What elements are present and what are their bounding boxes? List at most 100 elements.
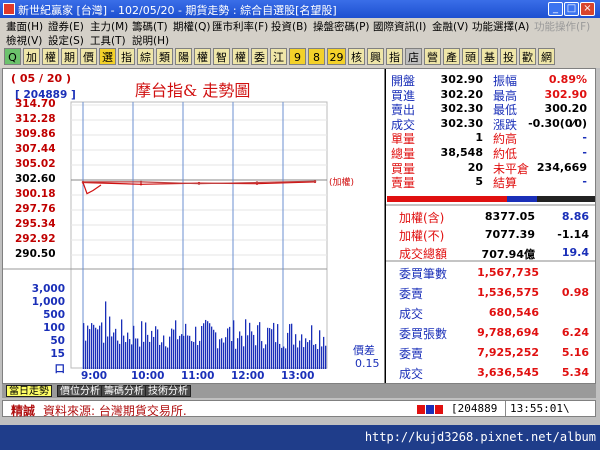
quote-value2-0: 0.89% — [548, 73, 587, 86]
toolbar-btn-10[interactable]: 權 — [194, 48, 211, 65]
volume-bar — [271, 329, 273, 369]
toolbar-btn-7[interactable]: 綜 — [137, 48, 154, 65]
toolbar-btn-12[interactable]: 權 — [232, 48, 249, 65]
volume-tick-label: 3,000 — [31, 283, 65, 295]
volume-bar — [155, 326, 157, 369]
toolbar-btn-17[interactable]: 29 — [327, 48, 346, 65]
volume-bar — [195, 326, 197, 369]
volume-bar — [313, 344, 315, 369]
price-tick-label: 297.76 — [15, 203, 56, 215]
volume-bar — [151, 330, 153, 369]
toolbar-btn-6[interactable]: 指 — [118, 48, 135, 65]
volume-bar — [87, 325, 89, 369]
volume-tick-label: 50 — [50, 335, 65, 347]
tab-intraday[interactable]: 當日走勢 — [6, 385, 52, 397]
volume-bar — [259, 322, 261, 369]
quote-value-0: 302.90 — [440, 73, 483, 86]
toolbar-btn-3[interactable]: 期 — [61, 48, 78, 65]
order-value-3: 9,788,694 — [477, 326, 539, 339]
toolbar-btn-21[interactable]: 店 — [405, 48, 422, 65]
toolbar-btn-20[interactable]: 指 — [386, 48, 403, 65]
toolbar-btn-28[interactable]: 網 — [538, 48, 555, 65]
volume-bar — [171, 328, 173, 369]
toolbar-search-icon[interactable]: Q — [4, 48, 21, 65]
tab-chip-analysis[interactable]: 籌碼分析 — [101, 385, 147, 397]
volume-bar — [121, 319, 123, 369]
toolbar-btn-1[interactable]: 加 — [23, 48, 40, 65]
quote-label2-7: 結算 — [493, 176, 518, 191]
volume-tick-label: 15 — [50, 348, 65, 360]
index-change-2: 19.4 — [561, 246, 589, 259]
quote-value-5: 38,548 — [440, 146, 483, 159]
volume-tick-label: 1,000 — [31, 296, 65, 308]
volume-bar — [117, 340, 119, 369]
price-tick-label: 295.34 — [15, 218, 56, 230]
volume-bar — [197, 345, 199, 369]
volume-bar — [235, 348, 237, 369]
volume-bar — [175, 320, 177, 369]
minimize-button[interactable]: _ — [548, 2, 563, 16]
toolbar-btn-27[interactable]: 歡 — [519, 48, 536, 65]
volume-bar — [223, 342, 225, 369]
index-change-0: 8.86 — [561, 210, 589, 223]
tab-strip: 當日走勢 價位分析 籌碼分析 技術分析 — [2, 384, 596, 398]
toolbar-btn-16[interactable]: 8 — [308, 48, 325, 65]
toolbar-btn-9[interactable]: 陽 — [175, 48, 192, 65]
chart-title: 摩台指& 走勢圖 — [135, 81, 251, 100]
volume-bar — [119, 343, 121, 369]
toolbar-btn-19[interactable]: 興 — [367, 48, 384, 65]
volume-bar — [127, 332, 129, 369]
volume-bar — [187, 335, 189, 369]
toolbar-btn-11[interactable]: 智 — [213, 48, 230, 65]
price-tick-label: 302.60 — [15, 173, 56, 185]
volume-bar — [213, 329, 215, 369]
tab-technical-analysis[interactable]: 技術分析 — [145, 385, 191, 397]
volume-bar — [257, 325, 259, 369]
toolbar-btn-13[interactable]: 委 — [251, 48, 268, 65]
volume-bar — [279, 343, 281, 369]
toolbar-btn-8[interactable]: 類 — [156, 48, 173, 65]
volume-bar — [191, 341, 193, 369]
volume-bar — [95, 327, 97, 369]
volume-bar — [129, 339, 131, 369]
weighted-tag: (加權) — [329, 178, 355, 188]
toolbar-btn-4[interactable]: 價 — [80, 48, 97, 65]
volume-bar — [239, 331, 241, 369]
toolbar-btn-15[interactable]: 9 — [289, 48, 306, 65]
index-label-1: 加權(不) — [399, 229, 445, 243]
volume-bar — [159, 344, 161, 369]
order-value-1: 1,536,575 — [477, 286, 539, 299]
volume-bar — [221, 338, 223, 369]
toolbar-btn-5[interactable]: 選 — [99, 48, 116, 65]
price-tick-label: 290.50 — [15, 248, 56, 260]
volume-bar — [261, 341, 263, 369]
index-change-1: -1.14 — [557, 228, 589, 241]
volume-bar — [165, 346, 167, 369]
close-button[interactable]: × — [580, 2, 595, 16]
volume-bar — [263, 348, 265, 369]
volume-bar — [249, 322, 251, 369]
price-tick-label: 312.28 — [15, 113, 56, 125]
volume-bar — [287, 332, 289, 369]
maximize-button[interactable]: □ — [564, 2, 579, 16]
toolbar-btn-2[interactable]: 權 — [42, 48, 59, 65]
price-tick-label: 305.02 — [15, 158, 56, 170]
tab-price-analysis[interactable]: 價位分析 — [57, 385, 103, 397]
toolbar-btn-14[interactable]: 江 — [270, 48, 287, 65]
toolbar-btn-25[interactable]: 基 — [481, 48, 498, 65]
volume-bar — [225, 337, 227, 369]
order-label-5: 成交 — [399, 367, 424, 381]
toolbar-btn-24[interactable]: 頭 — [462, 48, 479, 65]
volume-bar — [247, 335, 249, 369]
status-tag: 精誠 — [11, 404, 36, 418]
toolbar-btn-23[interactable]: 產 — [443, 48, 460, 65]
toolbar-btn-22[interactable]: 營 — [424, 48, 441, 65]
volume-tick-label: 100 — [43, 322, 65, 334]
toolbar-btn-26[interactable]: 投 — [500, 48, 517, 65]
volume-bar — [145, 322, 147, 369]
order-label-2: 成交 — [399, 307, 424, 321]
volume-bar — [137, 338, 139, 369]
toolbar-btn-18[interactable]: 核 — [348, 48, 365, 65]
color-strip-red — [387, 196, 507, 202]
volume-bar — [123, 335, 125, 369]
